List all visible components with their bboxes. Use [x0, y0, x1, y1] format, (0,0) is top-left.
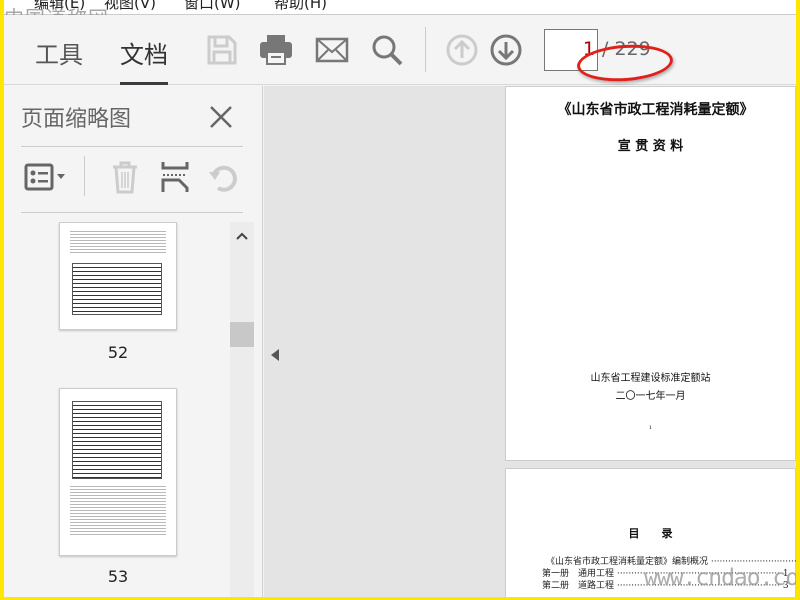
divider	[21, 146, 243, 147]
thumbnails-panel: 页面缩略图 52 53	[4, 86, 263, 597]
doc-org: 山东省工程建设标准定额站	[590, 373, 711, 384]
document-page-1: 《山东省市政工程消耗量定额》 宣 贯 资 料 山东省工程建设标准定额站 二〇一七…	[505, 86, 796, 461]
next-page-icon[interactable]	[489, 33, 523, 67]
page-number: 1	[648, 425, 653, 431]
toc-heading: 目 录	[628, 527, 673, 540]
watermark-url: www.cndao.com	[644, 565, 796, 591]
doc-subtitle: 宣 贯 资 料	[617, 139, 684, 154]
page-thumbnail-53[interactable]	[59, 388, 177, 556]
thumbnail-scrollbar[interactable]	[230, 222, 254, 597]
doc-date: 二〇一七年一月	[615, 391, 686, 402]
pdf-reader-window: 编辑(E) 视图(V) 窗口(W) 帮助(H) 中国道称网 工具 文档 1 / …	[4, 0, 796, 597]
menu-window[interactable]: 窗口(W)	[184, 0, 241, 13]
scrollbar-thumb[interactable]	[230, 322, 254, 347]
thumbnail-label: 53	[107, 567, 129, 586]
divider	[84, 156, 85, 196]
extract-pages-icon[interactable]	[160, 160, 190, 194]
thumbnail-options-icon[interactable]	[24, 162, 70, 192]
menu-help[interactable]: 帮助(H)	[274, 0, 327, 13]
document-viewer: 《山东省市政工程消耗量定额》 宣 贯 资 料 山东省工程建设标准定额站 二〇一七…	[264, 86, 796, 597]
page-thumbnail-52[interactable]	[59, 222, 177, 330]
toc-entry-text: 第一册 通用工程	[542, 569, 615, 579]
search-icon[interactable]	[370, 33, 404, 67]
previous-page-icon[interactable]	[445, 33, 479, 67]
panel-title: 页面缩略图	[21, 107, 132, 132]
close-icon[interactable]	[208, 104, 234, 130]
tab-document[interactable]: 文档	[120, 35, 168, 85]
scroll-up-icon[interactable]	[236, 232, 248, 240]
toc-entry-text: 第二册 道路工程	[542, 581, 615, 591]
thumbnail-label: 52	[107, 343, 129, 362]
toolbar-divider	[425, 27, 426, 72]
divider	[21, 212, 243, 213]
menu-view[interactable]: 视图(V)	[104, 0, 156, 13]
toolbar: 工具 文档 1 / 229	[4, 15, 796, 85]
delete-icon[interactable]	[110, 160, 140, 194]
collapse-panel-icon[interactable]	[270, 348, 280, 362]
tab-tools[interactable]: 工具	[35, 35, 83, 70]
print-icon[interactable]	[259, 33, 293, 67]
email-icon[interactable]	[315, 33, 349, 67]
thumbnail-list: 52 53	[4, 222, 230, 597]
save-icon[interactable]	[205, 33, 239, 67]
menu-bar: 编辑(E) 视图(V) 窗口(W) 帮助(H)	[4, 0, 796, 15]
doc-title: 《山东省市政工程消耗量定额》	[557, 102, 754, 118]
rotate-icon[interactable]	[208, 162, 240, 194]
